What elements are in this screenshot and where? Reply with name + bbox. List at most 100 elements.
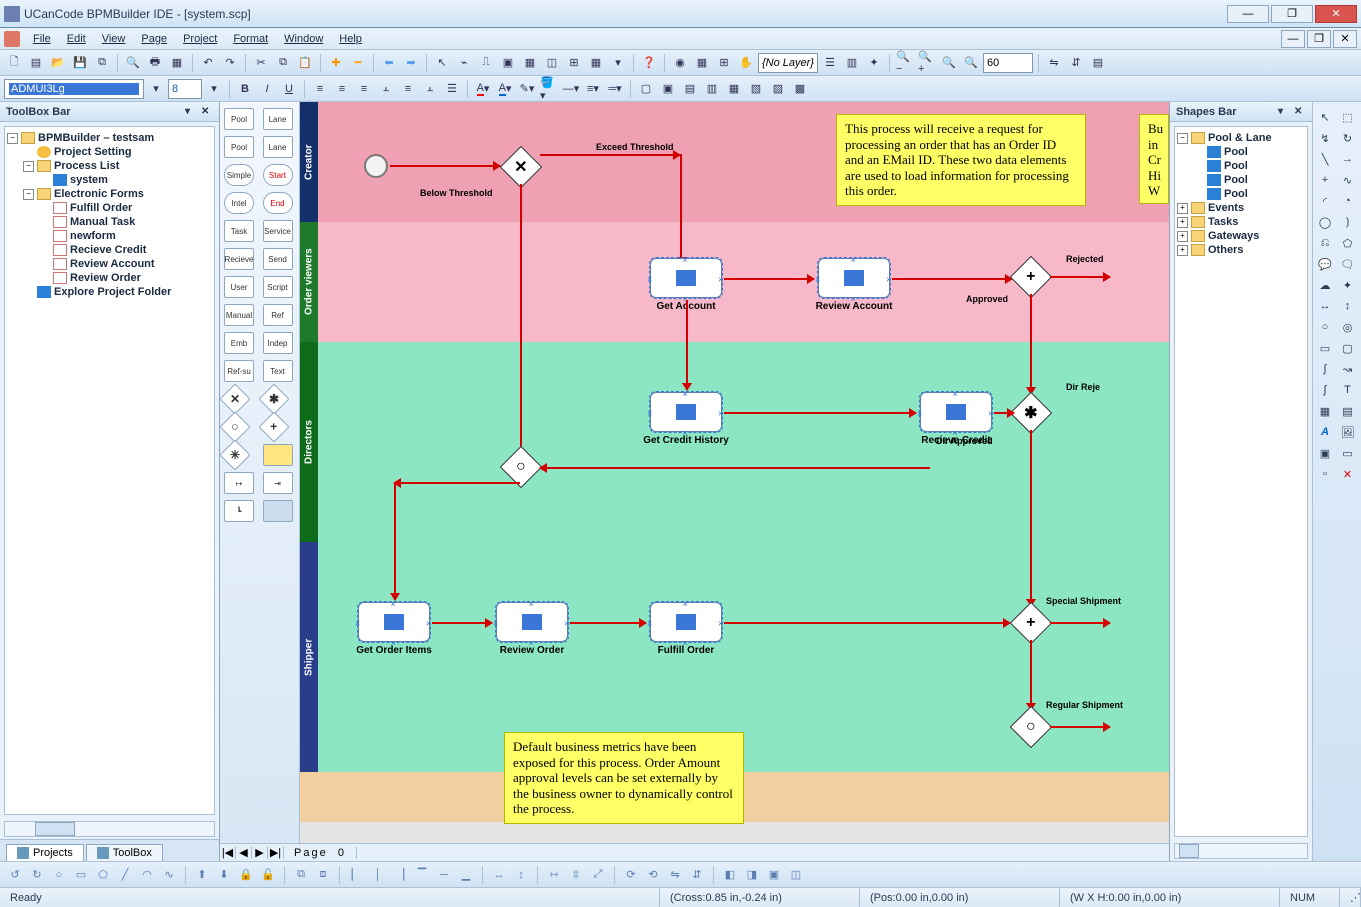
pal-link[interactable]: ↦: [224, 472, 254, 494]
delete-tool[interactable]: ✕: [1339, 465, 1357, 483]
shapes-others[interactable]: Others: [1208, 244, 1243, 256]
pal-gw-ast[interactable]: ✳: [220, 439, 251, 470]
curve-tool[interactable]: ∿: [1339, 171, 1357, 189]
node-tool[interactable]: ↯: [1316, 129, 1334, 147]
rotate-tool[interactable]: ↻: [1339, 129, 1357, 147]
pal-gw-x[interactable]: ✕: [220, 383, 251, 414]
pin-icon[interactable]: ▾: [1278, 106, 1290, 118]
bold-button[interactable]: B: [235, 79, 255, 99]
font-size-combo[interactable]: 8: [168, 79, 202, 99]
bt-rot-90-icon[interactable]: ⟲: [644, 866, 662, 884]
run-icon[interactable]: ⌁: [454, 53, 474, 73]
arc-tool[interactable]: ◜: [1316, 192, 1334, 210]
task-get-credit[interactable]: Get Credit History ××××: [650, 392, 722, 432]
polyline-tool[interactable]: ⎌: [1316, 234, 1334, 252]
bt-line-icon[interactable]: ╱: [116, 866, 134, 884]
bt-redo-icon[interactable]: ↻: [28, 866, 46, 884]
tree-process-list[interactable]: Process List: [54, 160, 119, 172]
pal-note[interactable]: [263, 444, 293, 466]
menu-window[interactable]: Window: [277, 31, 330, 47]
callout-tool[interactable]: 💬: [1316, 255, 1334, 273]
add-button[interactable]: ✚: [326, 53, 346, 73]
pal-end[interactable]: End: [263, 192, 293, 214]
align-center-button[interactable]: ≡: [332, 79, 352, 99]
flow-approved-down[interactable]: [1030, 294, 1032, 394]
project-tree[interactable]: −BPMBuilder – testsam Project Setting −P…: [4, 126, 215, 815]
pal-user[interactable]: User: [224, 276, 254, 298]
zoom-out-icon[interactable]: 🔍−: [895, 53, 915, 73]
diagram-canvas[interactable]: Creator Order viewers Directors Shipper …: [300, 102, 1169, 843]
tree-form-newform[interactable]: newform: [70, 230, 116, 242]
blank-tool[interactable]: ▫: [1316, 465, 1334, 483]
flow-rejected[interactable]: [1050, 276, 1110, 278]
tree-hscroll[interactable]: [4, 821, 215, 837]
panel-tool[interactable]: ▭: [1339, 444, 1357, 462]
shape6-icon[interactable]: ▧: [746, 79, 766, 99]
nav-right-button[interactable]: ➡: [401, 53, 421, 73]
pal-ref[interactable]: Ref: [263, 304, 293, 326]
ellipse-tool[interactable]: ◯: [1316, 213, 1334, 231]
menu-file[interactable]: File: [26, 31, 58, 47]
help-button[interactable]: ❓: [639, 53, 659, 73]
save-button[interactable]: 💾: [70, 53, 90, 73]
image-tool[interactable]: 🖼: [1339, 423, 1357, 441]
align-icon[interactable]: ▤: [1088, 53, 1108, 73]
bt-group-icon[interactable]: ⧉: [292, 866, 310, 884]
tree-collapse-icon[interactable]: −: [7, 133, 18, 144]
bullets-button[interactable]: ☰: [442, 79, 462, 99]
pal-gw-plus[interactable]: +: [258, 411, 289, 442]
bracket-tool[interactable]: ⟯: [1339, 213, 1357, 231]
font-name-dropdown-icon[interactable]: ▾: [146, 79, 166, 99]
bt-sameh-icon[interactable]: ⇳: [567, 866, 585, 884]
lasso-tool[interactable]: ⬚: [1339, 108, 1357, 126]
bt-misc2-icon[interactable]: ◨: [743, 866, 761, 884]
bt-poly-icon[interactable]: ⬠: [94, 866, 112, 884]
tab-projects[interactable]: Projects: [6, 844, 84, 861]
cut-button[interactable]: ✂: [251, 53, 271, 73]
rect-tool[interactable]: ▭: [1316, 339, 1334, 357]
fill-color-button[interactable]: 🪣▾: [539, 79, 559, 99]
preview-button[interactable]: 🔍: [123, 53, 143, 73]
flow-dir-down[interactable]: [1030, 430, 1032, 606]
pan-icon[interactable]: ✋: [736, 53, 756, 73]
tree-form-fulfill[interactable]: Fulfill Order: [70, 202, 132, 214]
tree-system[interactable]: system: [70, 174, 108, 186]
pal-lane2[interactable]: Lane: [263, 136, 293, 158]
bt-bring-front-icon[interactable]: ⬆: [193, 866, 211, 884]
group-tool[interactable]: ▣: [1316, 444, 1334, 462]
task-fulfill[interactable]: Fulfill Order ××××: [650, 602, 722, 642]
flow-below-down[interactable]: [520, 184, 522, 464]
note-cut[interactable]: Bu in Cr Hi W: [1139, 114, 1169, 204]
pal-script[interactable]: Script: [263, 276, 293, 298]
layer-stack-icon[interactable]: ☰: [820, 53, 840, 73]
bt-ellipse-icon[interactable]: ○: [50, 866, 68, 884]
pal-box[interactable]: [263, 500, 293, 522]
flow-account-review[interactable]: [724, 278, 814, 280]
shape5-icon[interactable]: ▦: [724, 79, 744, 99]
shape4-icon[interactable]: ▥: [702, 79, 722, 99]
group-icon[interactable]: ◫: [542, 53, 562, 73]
italic-button[interactable]: I: [257, 79, 277, 99]
align-middle-button[interactable]: ≡: [398, 79, 418, 99]
pal-lane[interactable]: Lane: [263, 108, 293, 130]
chevron-down-icon[interactable]: ▾: [608, 53, 628, 73]
save-all-button[interactable]: ⧉: [92, 53, 112, 73]
snap-icon[interactable]: ⊞: [714, 53, 734, 73]
shape-pool2[interactable]: Pool: [1224, 160, 1248, 172]
page-setup-button[interactable]: ▦: [167, 53, 187, 73]
flow-reg-out[interactable]: [1050, 726, 1110, 728]
line-color-button[interactable]: —▾: [561, 79, 581, 99]
flow-review-to-gw[interactable]: [892, 278, 1012, 280]
menu-page[interactable]: Page: [134, 31, 174, 47]
bt-misc1-icon[interactable]: ◧: [721, 866, 739, 884]
pal-indep[interactable]: Indep: [263, 332, 293, 354]
flow-regular-down[interactable]: [1030, 640, 1032, 710]
bezier-tool[interactable]: ∫: [1316, 360, 1334, 378]
bt-al-left-icon[interactable]: ▏: [347, 866, 365, 884]
menu-view[interactable]: View: [95, 31, 133, 47]
text-color-button[interactable]: A▾: [495, 79, 515, 99]
bt-samew-icon[interactable]: ⇿: [545, 866, 563, 884]
bt-misc4-icon[interactable]: ◫: [787, 866, 805, 884]
cloud-tool[interactable]: ☁: [1316, 276, 1334, 294]
pal-manual[interactable]: Manual: [224, 304, 254, 326]
